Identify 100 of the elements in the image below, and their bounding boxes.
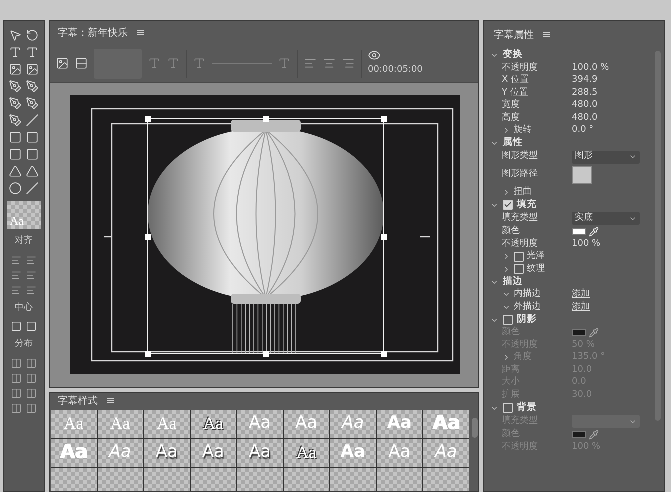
- checkbox[interactable]: [514, 252, 524, 262]
- section-title[interactable]: 描边: [503, 274, 523, 290]
- style-swatch[interactable]: [330, 468, 376, 491]
- property-value[interactable]: 480.0: [572, 112, 598, 125]
- property-value[interactable]: 480.0: [572, 99, 598, 112]
- shape-thumbnail[interactable]: [572, 166, 592, 184]
- property-label: 光泽: [527, 250, 545, 263]
- expand-caret-icon[interactable]: [502, 264, 511, 274]
- align-icon[interactable]: [11, 270, 22, 280]
- chevron-down-icon: [629, 153, 637, 161]
- style-swatch[interactable]: Aa: [376, 410, 422, 438]
- style-swatch[interactable]: [423, 468, 470, 491]
- style-swatch[interactable]: Aa: [144, 438, 190, 466]
- style-swatch[interactable]: Aa: [330, 410, 376, 438]
- property-label: 内描边: [514, 288, 541, 301]
- align-icon[interactable]: [26, 270, 37, 280]
- property-label: 纹理: [527, 262, 545, 276]
- color-swatch[interactable]: [572, 228, 586, 236]
- style-swatch[interactable]: Aa: [190, 410, 236, 438]
- style-swatch[interactable]: Aa: [376, 438, 422, 466]
- align-icon[interactable]: [26, 254, 37, 266]
- property-label: 高度: [502, 112, 520, 124]
- pen-icon[interactable]: [9, 97, 22, 110]
- panel-menu[interactable]: ≡: [106, 393, 116, 410]
- panel-title: 字幕：新年快乐: [58, 26, 128, 40]
- section-title[interactable]: 阴影: [517, 312, 537, 328]
- property-label: 填充类型: [502, 212, 538, 225]
- style-swatch[interactable]: [237, 468, 283, 491]
- property-label: 旋转: [514, 124, 532, 137]
- eyedropper-icon[interactable]: [589, 226, 599, 237]
- style-swatch[interactable]: Aa: [237, 410, 283, 438]
- section-title[interactable]: 填充: [517, 198, 537, 212]
- section-caret-icon[interactable]: [490, 51, 499, 60]
- align-icon[interactable]: [26, 284, 37, 296]
- style-swatch[interactable]: Aa: [51, 410, 97, 438]
- add-link[interactable]: 添加: [572, 300, 590, 314]
- section-title[interactable]: 属性: [503, 136, 523, 151]
- align-icon[interactable]: [11, 254, 22, 266]
- checkbox[interactable]: [503, 315, 513, 325]
- eyedropper-icon[interactable]: [589, 430, 599, 440]
- style-swatch[interactable]: Aa: [330, 438, 376, 466]
- style-swatch[interactable]: Aa: [190, 438, 236, 466]
- align-center-icon[interactable]: [323, 57, 336, 70]
- property-label: 外描边: [514, 300, 541, 314]
- property-label: X 位置: [502, 74, 530, 87]
- style-swatch[interactable]: Aa: [98, 410, 144, 438]
- panel-menu[interactable]: ≡: [542, 26, 552, 44]
- checkbox[interactable]: [514, 264, 524, 274]
- section-title[interactable]: 变换: [503, 48, 523, 63]
- align-icon[interactable]: [11, 284, 22, 296]
- style-swatch[interactable]: Aa: [51, 438, 97, 466]
- style-swatch[interactable]: Aa: [284, 438, 330, 466]
- style-swatch[interactable]: Aa: [423, 410, 470, 438]
- ellipse-icon[interactable]: [9, 182, 22, 195]
- property-value[interactable]: 100 %: [572, 238, 601, 251]
- property-value[interactable]: 288.5: [572, 86, 598, 100]
- pointer-icon[interactable]: [9, 29, 22, 42]
- style-swatch[interactable]: [98, 468, 144, 491]
- rounded-rectangle-icon[interactable]: [26, 131, 39, 144]
- style-swatch[interactable]: Aa: [237, 438, 283, 466]
- style-swatch[interactable]: Aa: [423, 438, 470, 466]
- expand-caret-icon[interactable]: [502, 126, 511, 136]
- scrollbar[interactable]: [472, 418, 478, 438]
- dropdown[interactable]: 图形: [572, 150, 640, 164]
- checkbox[interactable]: [503, 403, 513, 413]
- align-label: 对齐: [15, 235, 33, 248]
- property-label: 不透明度: [502, 238, 538, 250]
- style-swatch[interactable]: [144, 468, 190, 491]
- expand-caret-icon[interactable]: [502, 252, 511, 262]
- style-swatch[interactable]: [51, 468, 97, 491]
- expand-caret-icon[interactable]: [502, 188, 511, 197]
- section-caret-icon[interactable]: [490, 139, 499, 148]
- add-link[interactable]: 添加: [572, 288, 590, 302]
- checkbox[interactable]: [503, 200, 513, 210]
- section-title[interactable]: 背景: [517, 400, 537, 416]
- distribute-label: 分布: [15, 338, 33, 351]
- eyedropper-icon[interactable]: [589, 328, 599, 338]
- style-swatch[interactable]: [190, 468, 236, 491]
- show-background-icon[interactable]: [368, 49, 381, 62]
- rectangle-icon[interactable]: [9, 131, 22, 144]
- align-left-icon[interactable]: [304, 57, 317, 70]
- property-value[interactable]: 100.0 %: [572, 62, 610, 75]
- dropdown[interactable]: 实底: [572, 212, 640, 225]
- property-value[interactable]: 0.0 °: [572, 124, 594, 138]
- text-tool-icon[interactable]: [9, 46, 22, 59]
- property-label: 宽度: [502, 99, 520, 112]
- rotate-icon[interactable]: [26, 29, 39, 42]
- property-label: 图形路径: [502, 168, 538, 182]
- style-swatch[interactable]: Aa: [98, 438, 144, 466]
- panel-menu[interactable]: ≡: [136, 24, 146, 42]
- line-icon[interactable]: [26, 182, 39, 195]
- property-label: 颜色: [502, 225, 520, 238]
- style-swatch[interactable]: [376, 468, 422, 491]
- style-swatch[interactable]: Aa: [284, 410, 330, 438]
- style-swatch[interactable]: [284, 468, 330, 491]
- style-swatch[interactable]: Aa: [7, 201, 41, 229]
- property-value[interactable]: 394.9: [572, 74, 598, 88]
- align-right-icon[interactable]: [342, 57, 355, 70]
- style-swatch[interactable]: Aa: [144, 410, 190, 438]
- property-label: 不透明度: [502, 62, 538, 74]
